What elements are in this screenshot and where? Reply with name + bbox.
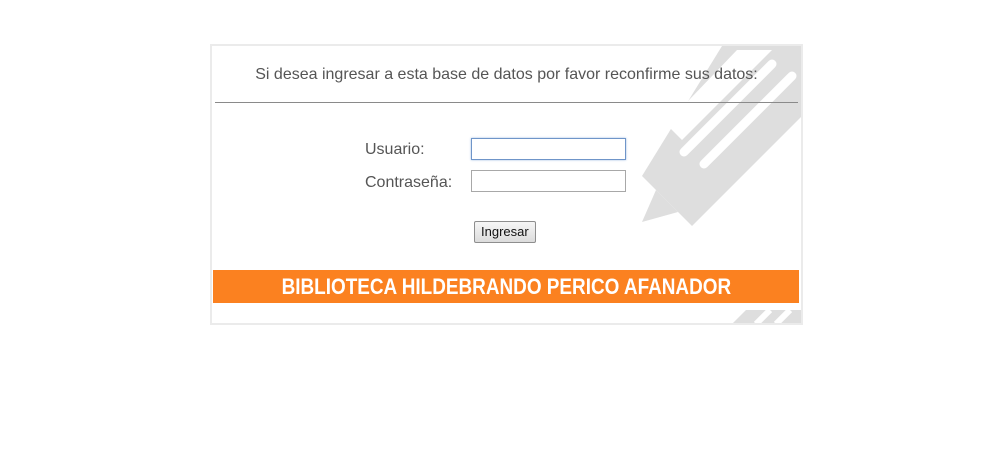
user-input[interactable] — [471, 138, 626, 160]
user-label: Usuario: — [365, 141, 425, 158]
divider — [215, 102, 798, 103]
pencil-decoration-icon — [733, 310, 801, 323]
banner-title: BIBLIOTECA HILDEBRANDO PERICO AFANADOR — [281, 273, 731, 299]
login-panel: Si desea ingresar a esta base de datos p… — [210, 44, 803, 325]
library-banner: BIBLIOTECA HILDEBRANDO PERICO AFANADOR — [213, 270, 799, 303]
password-input[interactable] — [471, 170, 626, 192]
reconfirm-message: Si desea ingresar a esta base de datos p… — [255, 66, 758, 83]
submit-button[interactable]: Ingresar — [474, 221, 536, 243]
password-label: Contraseña: — [365, 174, 453, 191]
